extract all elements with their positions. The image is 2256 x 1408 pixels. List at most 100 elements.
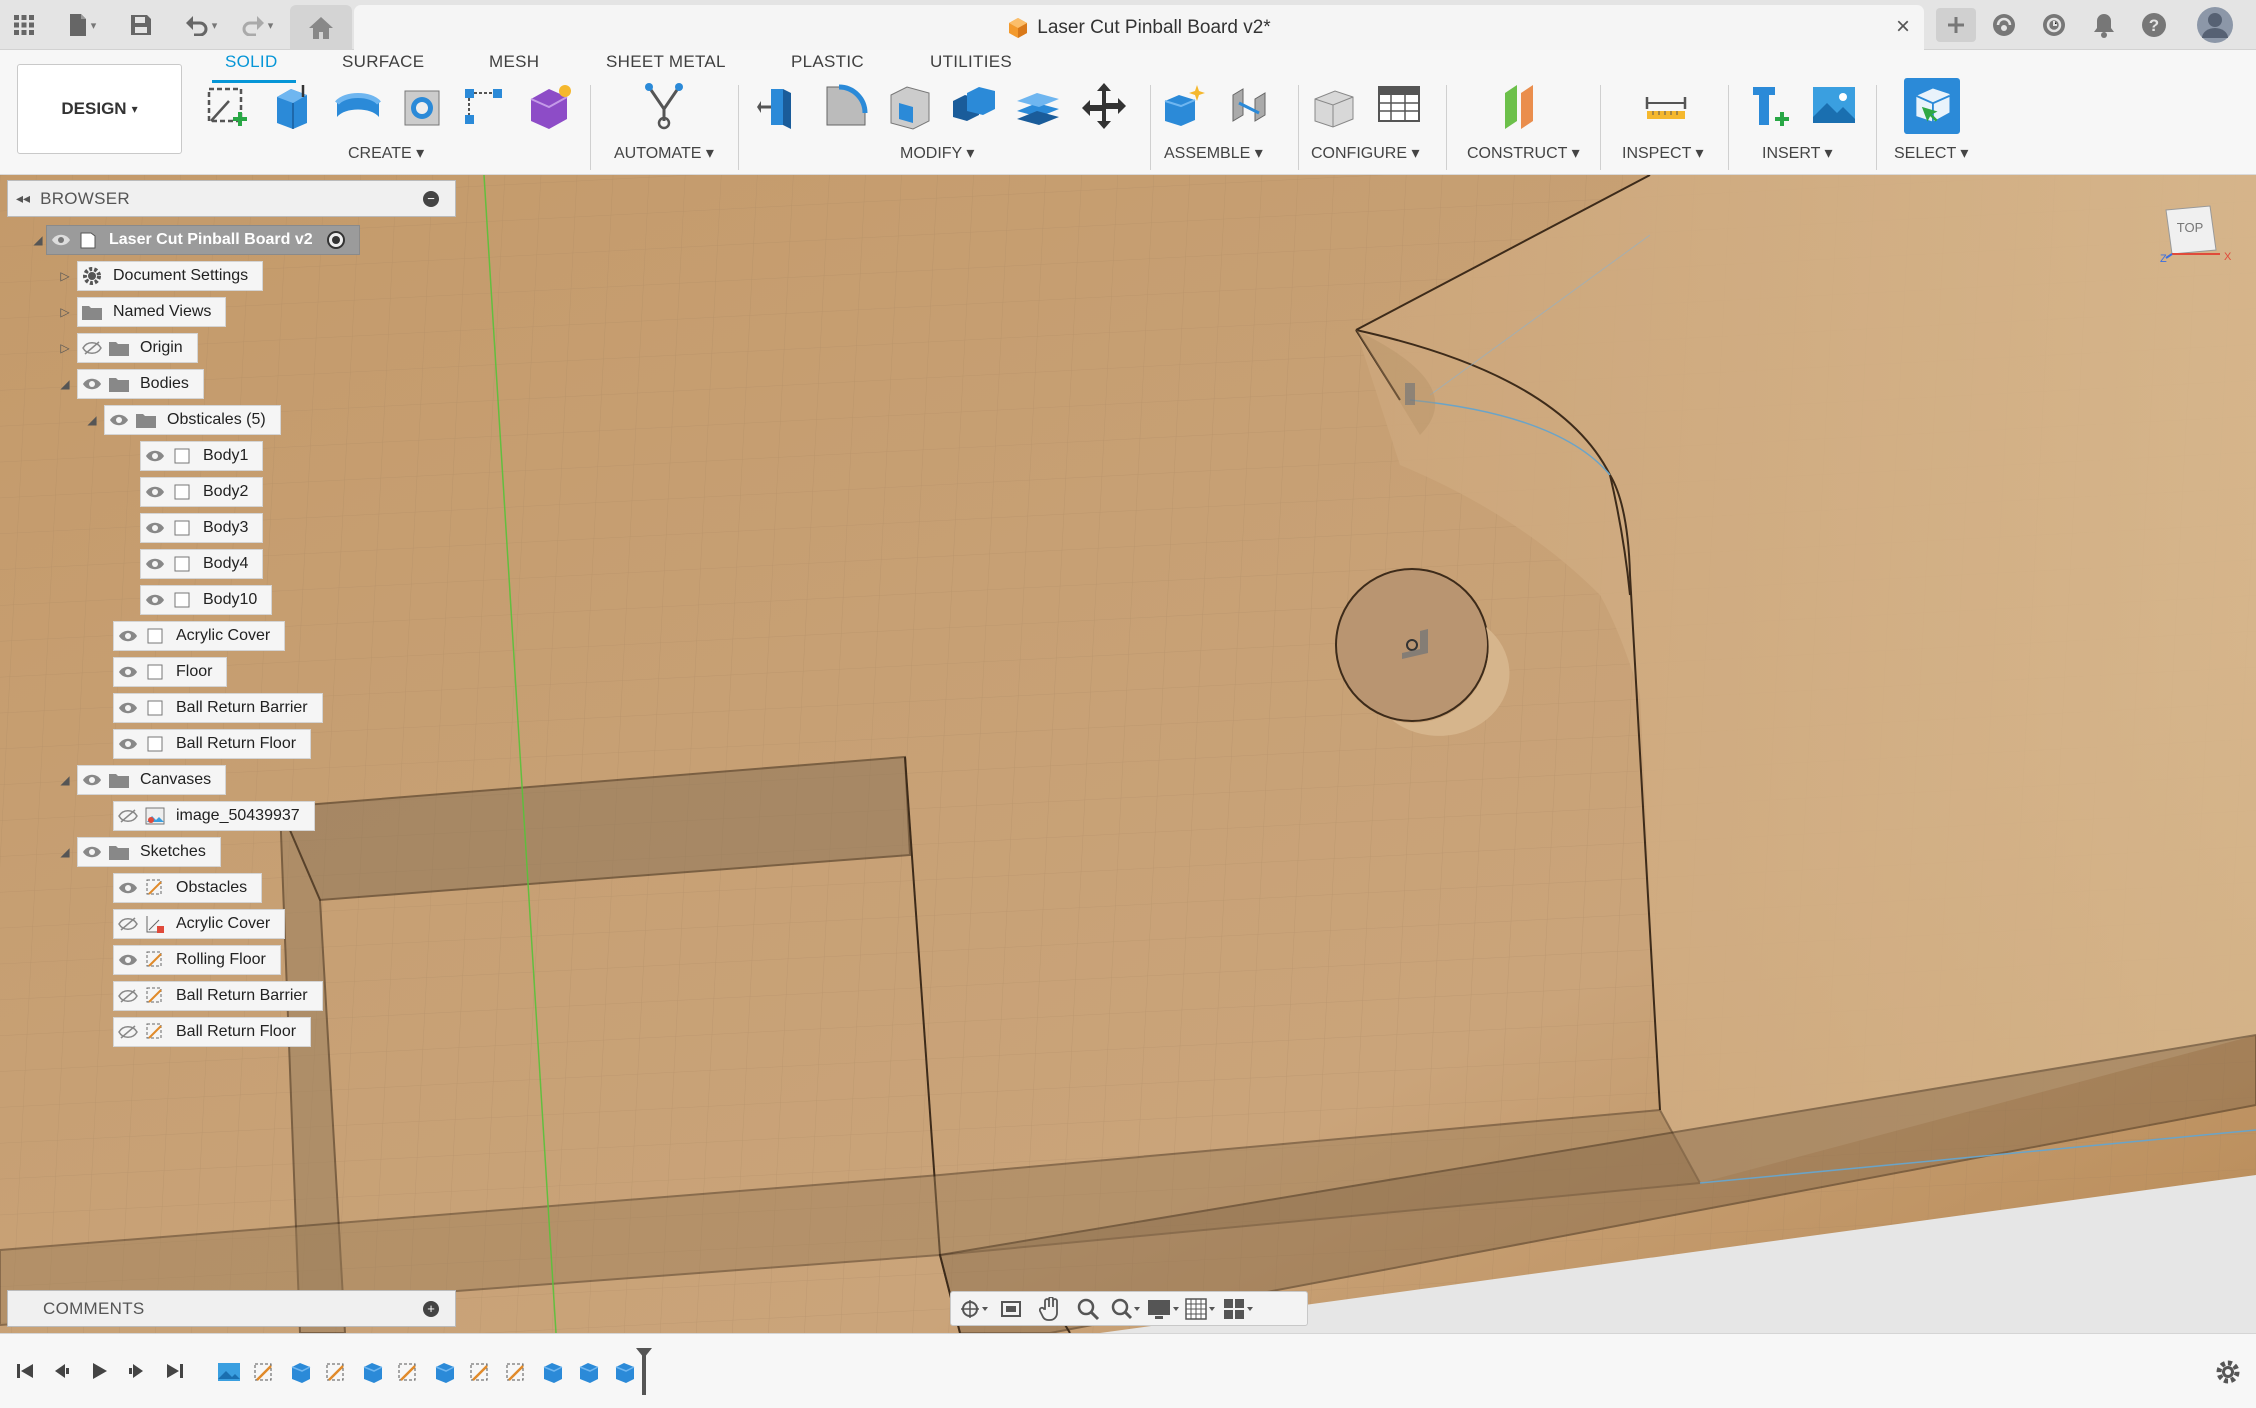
tab-plastic[interactable]: PLASTIC xyxy=(791,52,864,80)
eye-hidden-icon[interactable] xyxy=(114,981,141,1011)
insert-group-label[interactable]: INSERT ▾ xyxy=(1762,143,1833,163)
press-pull-icon[interactable] xyxy=(752,78,808,134)
timeline-extrude-icon[interactable] xyxy=(612,1359,638,1385)
new-component-icon[interactable] xyxy=(1156,78,1212,134)
eye-hidden-icon[interactable] xyxy=(114,909,141,939)
tree-item-body2[interactable]: Body2 xyxy=(140,477,264,507)
close-tab-button[interactable]: × xyxy=(1896,13,1910,41)
eye-hidden-icon[interactable] xyxy=(78,333,105,363)
notification-icon[interactable] xyxy=(2088,10,2120,40)
configuration-table-icon[interactable] xyxy=(1372,78,1428,134)
revolve-icon[interactable] xyxy=(330,78,386,134)
add-comment-icon[interactable]: + xyxy=(423,1301,439,1317)
offset-face-icon[interactable] xyxy=(1010,78,1066,134)
timeline-sketch-icon[interactable] xyxy=(396,1359,422,1385)
fillet-icon[interactable] xyxy=(818,78,874,134)
eye-icon[interactable] xyxy=(105,405,132,435)
zoom-window-icon[interactable] xyxy=(1109,1294,1143,1324)
tree-item-sketch-obstacles[interactable]: Obstacles xyxy=(113,873,263,903)
combine-icon[interactable] xyxy=(946,78,1002,134)
automate-group-label[interactable]: AUTOMATE ▾ xyxy=(614,143,714,163)
collapse-arrows-icon[interactable]: ◂◂ xyxy=(16,190,30,207)
eye-icon[interactable] xyxy=(114,945,141,975)
shell-icon[interactable] xyxy=(882,78,938,134)
collapsed-triangle-icon[interactable]: ▷ xyxy=(57,297,73,327)
pan-hand-icon[interactable] xyxy=(1033,1294,1067,1324)
eye-icon[interactable] xyxy=(114,873,141,903)
tab-sheet-metal[interactable]: SHEET METAL xyxy=(606,52,726,80)
user-avatar-icon[interactable] xyxy=(2196,6,2234,44)
configure-icon[interactable] xyxy=(1306,78,1362,134)
activate-radio-icon[interactable] xyxy=(326,231,345,249)
model-canvas[interactable] xyxy=(0,175,2256,1333)
save-icon[interactable] xyxy=(126,10,156,40)
tab-mesh[interactable]: MESH xyxy=(489,52,539,80)
tree-item-sketch-ball-return-floor[interactable]: Ball Return Floor xyxy=(113,1017,312,1047)
tree-item-canvases[interactable]: ◢ Canvases xyxy=(57,765,227,795)
modify-group-label[interactable]: MODIFY ▾ xyxy=(900,143,974,163)
tree-item-sketch-rolling-floor[interactable]: Rolling Floor xyxy=(113,945,281,975)
extrude-icon[interactable] xyxy=(264,78,320,134)
view-cube[interactable]: TOP Z X xyxy=(2156,200,2232,270)
tree-item-acrylic-cover-body[interactable]: Acrylic Cover xyxy=(113,621,286,651)
move-icon[interactable] xyxy=(1076,78,1132,134)
tree-item-body10[interactable]: Body10 xyxy=(140,585,273,615)
skip-to-end-icon[interactable] xyxy=(160,1356,190,1386)
eye-icon[interactable] xyxy=(78,837,105,867)
skip-to-start-icon[interactable] xyxy=(10,1356,40,1386)
timeline-sketch-icon[interactable] xyxy=(504,1359,530,1385)
tree-item-bodies[interactable]: ◢ Bodies xyxy=(57,369,204,399)
timeline-extrude-icon[interactable] xyxy=(288,1359,314,1385)
tree-item-document-settings[interactable]: ▷ Document Settings xyxy=(57,261,264,291)
eye-icon[interactable] xyxy=(47,225,74,255)
eye-icon[interactable] xyxy=(78,765,105,795)
create-sketch-icon[interactable] xyxy=(200,78,256,134)
offset-plane-icon[interactable] xyxy=(1496,78,1552,134)
timeline-marker[interactable] xyxy=(642,1350,646,1395)
tree-item-floor-body[interactable]: Floor xyxy=(113,657,228,687)
extensions-icon[interactable] xyxy=(1988,10,2020,40)
redo-button[interactable]: ▾ xyxy=(234,10,280,40)
job-status-icon[interactable] xyxy=(2038,10,2070,40)
collapsed-triangle-icon[interactable]: ▷ xyxy=(57,261,73,291)
look-at-icon[interactable] xyxy=(995,1294,1029,1324)
zoom-icon[interactable] xyxy=(1071,1294,1105,1324)
expanded-triangle-icon[interactable]: ◢ xyxy=(84,405,100,435)
comments-panel[interactable]: COMMENTS + xyxy=(7,1290,456,1327)
tree-item-ball-return-barrier-body[interactable]: Ball Return Barrier xyxy=(113,693,323,723)
browser-header[interactable]: ◂◂ BROWSER − xyxy=(7,180,456,217)
tree-item-canvas-image[interactable]: image_50439937 xyxy=(113,801,315,831)
hole-icon[interactable] xyxy=(394,78,450,134)
display-settings-icon[interactable] xyxy=(1147,1294,1181,1324)
timeline-settings-gear-icon[interactable] xyxy=(2214,1358,2244,1388)
eye-icon[interactable] xyxy=(141,441,168,471)
eye-icon[interactable] xyxy=(114,621,141,651)
measure-icon[interactable] xyxy=(1638,78,1694,134)
timeline-sketch-icon[interactable] xyxy=(468,1359,494,1385)
tab-surface[interactable]: SURFACE xyxy=(342,52,424,80)
timeline-extrude-icon[interactable] xyxy=(432,1359,458,1385)
3d-viewport[interactable]: TOP Z X xyxy=(0,175,2256,1333)
step-forward-icon[interactable] xyxy=(122,1356,152,1386)
tree-item-sketch-ball-return-barrier[interactable]: Ball Return Barrier xyxy=(113,981,323,1011)
eye-icon[interactable] xyxy=(141,477,168,507)
eye-hidden-icon[interactable] xyxy=(114,801,141,831)
select-icon[interactable] xyxy=(1904,78,1960,134)
eye-icon[interactable] xyxy=(114,693,141,723)
insert-mcmaster-icon[interactable] xyxy=(1742,78,1798,134)
timeline-extrude-icon[interactable] xyxy=(576,1359,602,1385)
timeline-extrude-icon[interactable] xyxy=(360,1359,386,1385)
tree-item-origin[interactable]: ▷ Origin xyxy=(57,333,198,363)
tree-item-body3[interactable]: Body3 xyxy=(140,513,264,543)
eye-icon[interactable] xyxy=(141,513,168,543)
collapse-browser-icon[interactable]: − xyxy=(423,191,439,207)
configure-group-label[interactable]: CONFIGURE ▾ xyxy=(1311,143,1419,163)
assemble-group-label[interactable]: ASSEMBLE ▾ xyxy=(1164,143,1263,163)
tab-solid[interactable]: SOLID xyxy=(225,52,278,80)
apps-grid-icon[interactable] xyxy=(10,10,38,40)
pattern-icon[interactable] xyxy=(456,78,512,134)
help-icon[interactable]: ? xyxy=(2138,10,2170,40)
tree-item-ball-return-floor-body[interactable]: Ball Return Floor xyxy=(113,729,312,759)
viewports-icon[interactable] xyxy=(1223,1294,1257,1324)
tab-utilities[interactable]: UTILITIES xyxy=(930,52,1012,80)
